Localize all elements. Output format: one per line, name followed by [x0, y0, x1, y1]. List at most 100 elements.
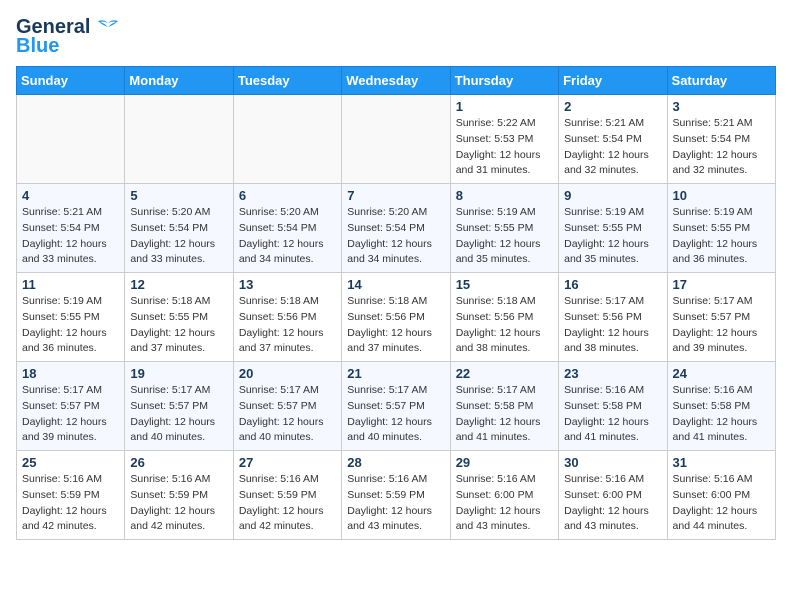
day-info: Sunrise: 5:16 AM Sunset: 5:58 PM Dayligh…: [673, 383, 770, 446]
day-number: 4: [22, 188, 119, 203]
calendar-day-13: 13Sunrise: 5:18 AM Sunset: 5:56 PM Dayli…: [233, 273, 341, 362]
day-info: Sunrise: 5:19 AM Sunset: 5:55 PM Dayligh…: [456, 205, 553, 268]
calendar-day-4: 4 Sunrise: 5:21 AM Sunset: 5:54 PM Daylig…: [17, 184, 125, 273]
day-info: Sunrise: 5:16 AM Sunset: 5:59 PM Dayligh…: [130, 472, 227, 535]
calendar-day-9: 9Sunrise: 5:19 AM Sunset: 5:55 PM Daylig…: [559, 184, 667, 273]
day-info: Sunrise: 5:16 AM Sunset: 5:59 PM Dayligh…: [22, 472, 119, 535]
calendar-day-22: 22Sunrise: 5:17 AM Sunset: 5:58 PM Dayli…: [450, 362, 558, 451]
day-number: 12: [130, 277, 227, 292]
day-info: Sunrise: 5:16 AM Sunset: 6:00 PM Dayligh…: [456, 472, 553, 535]
day-number: 30: [564, 455, 661, 470]
day-info: Sunrise: 5:17 AM Sunset: 5:57 PM Dayligh…: [347, 383, 444, 446]
day-number: 19: [130, 366, 227, 381]
day-info: Sunrise: 5:22 AM Sunset: 5:53 PM Dayligh…: [456, 116, 553, 179]
day-number: 21: [347, 366, 444, 381]
day-number: 18: [22, 366, 119, 381]
day-info: Sunrise: 5:16 AM Sunset: 5:59 PM Dayligh…: [239, 472, 336, 535]
day-number: 1: [456, 99, 553, 114]
logo: General Blue: [16, 16, 122, 58]
weekday-header-monday: Monday: [125, 67, 233, 95]
day-number: 11: [22, 277, 119, 292]
weekday-header-friday: Friday: [559, 67, 667, 95]
weekday-header-wednesday: Wednesday: [342, 67, 450, 95]
day-info: Sunrise: 5:21 AM Sunset: 5:54 PM Dayligh…: [564, 116, 661, 179]
day-number: 7: [347, 188, 444, 203]
calendar-header-row: SundayMondayTuesdayWednesdayThursdayFrid…: [17, 67, 776, 95]
calendar-day-17: 17 Sunrise: 5:17 AM Sunset: 5:57 PM Dayli…: [667, 273, 775, 362]
calendar-week-5: 25 Sunrise: 5:16 AM Sunset: 5:59 PM Dayli…: [17, 451, 776, 540]
calendar-day-25: 25 Sunrise: 5:16 AM Sunset: 5:59 PM Dayli…: [17, 451, 125, 540]
calendar-week-1: 1 Sunrise: 5:22 AM Sunset: 5:53 PM Daylig…: [17, 95, 776, 184]
weekday-header-saturday: Saturday: [667, 67, 775, 95]
calendar-day-21: 21 Sunrise: 5:17 AM Sunset: 5:57 PM Dayli…: [342, 362, 450, 451]
day-number: 31: [673, 455, 770, 470]
logo-blue-text: Blue: [16, 35, 59, 58]
day-info: Sunrise: 5:19 AM Sunset: 5:55 PM Dayligh…: [564, 205, 661, 268]
calendar-day-20: 20 Sunrise: 5:17 AM Sunset: 5:57 PM Dayli…: [233, 362, 341, 451]
day-number: 24: [673, 366, 770, 381]
day-info: Sunrise: 5:20 AM Sunset: 5:54 PM Dayligh…: [347, 205, 444, 268]
calendar-day-15: 15 Sunrise: 5:18 AM Sunset: 5:56 PM Dayli…: [450, 273, 558, 362]
day-number: 6: [239, 188, 336, 203]
day-number: 8: [456, 188, 553, 203]
calendar-empty-cell: [233, 95, 341, 184]
day-info: Sunrise: 5:16 AM Sunset: 5:59 PM Dayligh…: [347, 472, 444, 535]
calendar-day-30: 30 Sunrise: 5:16 AM Sunset: 6:00 PM Dayli…: [559, 451, 667, 540]
day-number: 27: [239, 455, 336, 470]
day-info: Sunrise: 5:19 AM Sunset: 5:55 PM Dayligh…: [22, 294, 119, 357]
day-info: Sunrise: 5:18 AM Sunset: 5:56 PM Dayligh…: [239, 294, 336, 357]
calendar-day-3: 3 Sunrise: 5:21 AM Sunset: 5:54 PM Daylig…: [667, 95, 775, 184]
calendar-day-24: 24 Sunrise: 5:16 AM Sunset: 5:58 PM Dayli…: [667, 362, 775, 451]
day-info: Sunrise: 5:17 AM Sunset: 5:57 PM Dayligh…: [239, 383, 336, 446]
day-info: Sunrise: 5:17 AM Sunset: 5:57 PM Dayligh…: [130, 383, 227, 446]
calendar-empty-cell: [17, 95, 125, 184]
day-number: 14: [347, 277, 444, 292]
calendar-empty-cell: [125, 95, 233, 184]
day-info: Sunrise: 5:20 AM Sunset: 5:54 PM Dayligh…: [130, 205, 227, 268]
day-info: Sunrise: 5:21 AM Sunset: 5:54 PM Dayligh…: [22, 205, 119, 268]
calendar-day-10: 10 Sunrise: 5:19 AM Sunset: 5:55 PM Dayli…: [667, 184, 775, 273]
day-info: Sunrise: 5:17 AM Sunset: 5:58 PM Dayligh…: [456, 383, 553, 446]
day-number: 15: [456, 277, 553, 292]
day-number: 3: [673, 99, 770, 114]
calendar-week-4: 18 Sunrise: 5:17 AM Sunset: 5:57 PM Dayli…: [17, 362, 776, 451]
day-number: 2: [564, 99, 661, 114]
calendar-week-3: 11 Sunrise: 5:19 AM Sunset: 5:55 PM Dayli…: [17, 273, 776, 362]
day-number: 17: [673, 277, 770, 292]
day-number: 10: [673, 188, 770, 203]
day-info: Sunrise: 5:17 AM Sunset: 5:57 PM Dayligh…: [673, 294, 770, 357]
day-number: 23: [564, 366, 661, 381]
day-info: Sunrise: 5:21 AM Sunset: 5:54 PM Dayligh…: [673, 116, 770, 179]
calendar-day-12: 12 Sunrise: 5:18 AM Sunset: 5:55 PM Dayli…: [125, 273, 233, 362]
calendar-week-2: 4 Sunrise: 5:21 AM Sunset: 5:54 PM Daylig…: [17, 184, 776, 273]
day-number: 29: [456, 455, 553, 470]
calendar-day-7: 7 Sunrise: 5:20 AM Sunset: 5:54 PM Daylig…: [342, 184, 450, 273]
calendar-day-2: 2 Sunrise: 5:21 AM Sunset: 5:54 PM Daylig…: [559, 95, 667, 184]
day-info: Sunrise: 5:16 AM Sunset: 6:00 PM Dayligh…: [564, 472, 661, 535]
calendar-day-14: 14Sunrise: 5:18 AM Sunset: 5:56 PM Dayli…: [342, 273, 450, 362]
calendar-day-18: 18 Sunrise: 5:17 AM Sunset: 5:57 PM Dayli…: [17, 362, 125, 451]
calendar-day-16: 16Sunrise: 5:17 AM Sunset: 5:56 PM Dayli…: [559, 273, 667, 362]
calendar-day-28: 28 Sunrise: 5:16 AM Sunset: 5:59 PM Dayli…: [342, 451, 450, 540]
day-number: 5: [130, 188, 227, 203]
weekday-header-tuesday: Tuesday: [233, 67, 341, 95]
day-info: Sunrise: 5:20 AM Sunset: 5:54 PM Dayligh…: [239, 205, 336, 268]
weekday-header-sunday: Sunday: [17, 67, 125, 95]
day-info: Sunrise: 5:16 AM Sunset: 5:58 PM Dayligh…: [564, 383, 661, 446]
calendar-table: SundayMondayTuesdayWednesdayThursdayFrid…: [16, 66, 776, 540]
day-info: Sunrise: 5:19 AM Sunset: 5:55 PM Dayligh…: [673, 205, 770, 268]
calendar-day-6: 6 Sunrise: 5:20 AM Sunset: 5:54 PM Daylig…: [233, 184, 341, 273]
calendar-day-27: 27 Sunrise: 5:16 AM Sunset: 5:59 PM Dayli…: [233, 451, 341, 540]
day-number: 20: [239, 366, 336, 381]
day-info: Sunrise: 5:18 AM Sunset: 5:56 PM Dayligh…: [456, 294, 553, 357]
day-number: 28: [347, 455, 444, 470]
logo-bird-icon: [94, 19, 122, 37]
day-number: 25: [22, 455, 119, 470]
calendar-day-19: 19 Sunrise: 5:17 AM Sunset: 5:57 PM Dayli…: [125, 362, 233, 451]
day-info: Sunrise: 5:17 AM Sunset: 5:57 PM Dayligh…: [22, 383, 119, 446]
page-header: General Blue: [16, 16, 776, 58]
calendar-day-29: 29 Sunrise: 5:16 AM Sunset: 6:00 PM Dayli…: [450, 451, 558, 540]
calendar-day-1: 1 Sunrise: 5:22 AM Sunset: 5:53 PM Daylig…: [450, 95, 558, 184]
calendar-day-11: 11 Sunrise: 5:19 AM Sunset: 5:55 PM Dayli…: [17, 273, 125, 362]
day-info: Sunrise: 5:18 AM Sunset: 5:55 PM Dayligh…: [130, 294, 227, 357]
